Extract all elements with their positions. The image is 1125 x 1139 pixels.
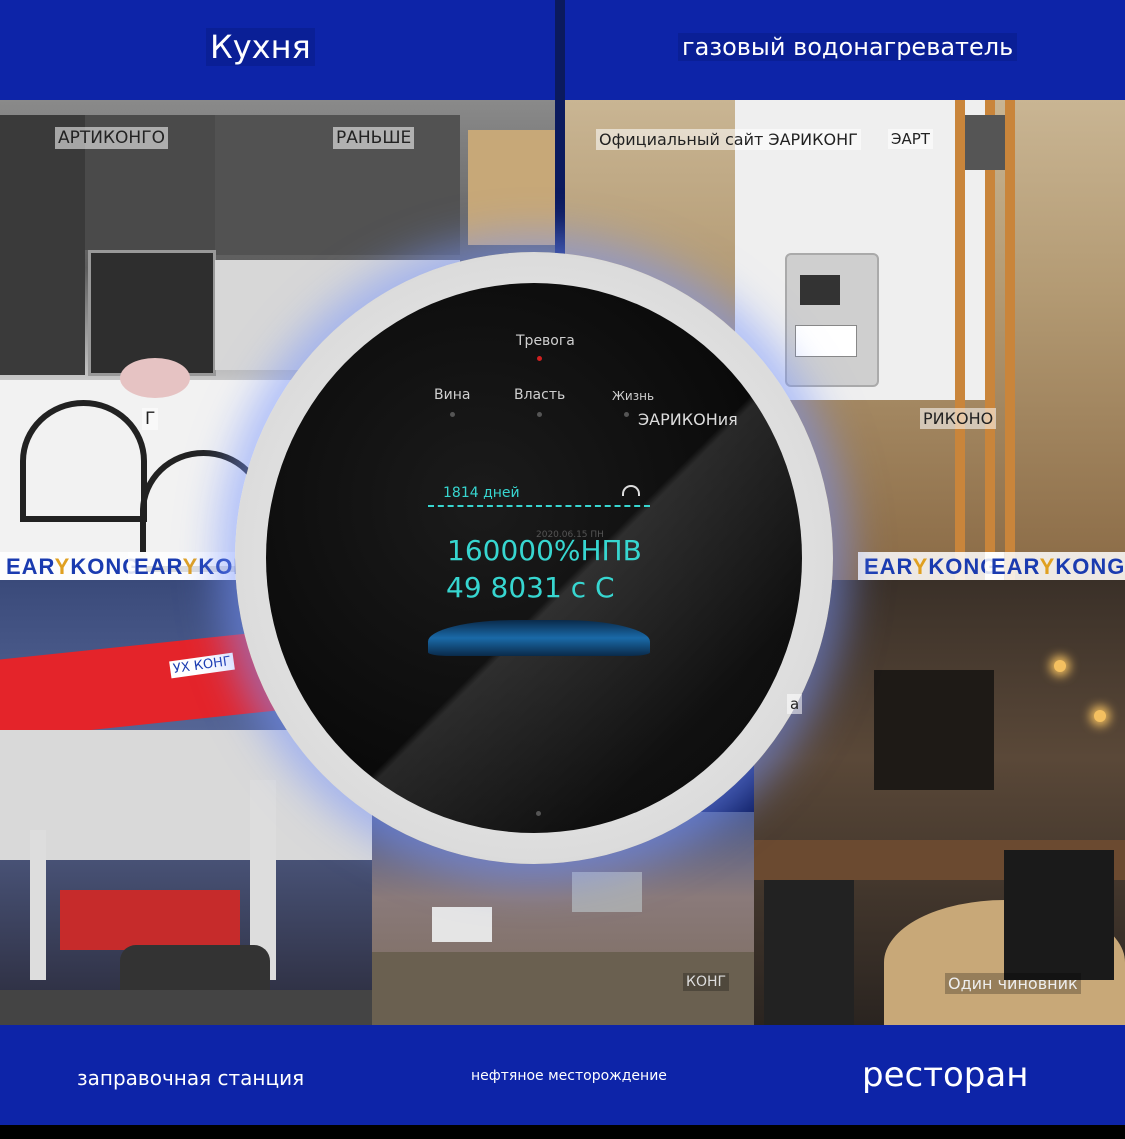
power-indicator-label: Власть: [514, 387, 566, 403]
power-led: [537, 412, 542, 417]
wave-graphic: [428, 620, 650, 656]
watermark-eart: ЭАРТ: [888, 129, 933, 149]
oil-field-label: нефтяное месторождение: [471, 1068, 667, 1084]
screen-divider: [428, 505, 650, 507]
watermark-a: a: [787, 694, 803, 714]
kitchen-label: Кухня: [206, 28, 315, 66]
temperature-readout: 49 8031 с С: [446, 571, 615, 604]
brand-watermark-face: ЭАРИКОНия: [638, 410, 738, 429]
alarm-indicator-label: Тревога: [516, 333, 575, 349]
watermark-official-site: Официальный сайт ЭАРИКОНГ: [596, 129, 861, 150]
watermark-before: РАНЬШЕ: [333, 127, 415, 149]
life-led: [624, 412, 629, 417]
watermark-artikongo: АРТИКОНГО: [55, 127, 168, 149]
watermark-one-official: Один чиновник: [945, 973, 1081, 994]
logo-mark: Y: [182, 554, 199, 579]
water-heater-label: газовый водонагреватель: [678, 33, 1018, 61]
fault-indicator-label: Вина: [434, 387, 471, 403]
brand-logo: EARYKONG: [0, 552, 147, 582]
logo-mark: Y: [54, 554, 71, 579]
gas-detector-face: Тревога Вина Власть Жизнь 1814 дней 2020…: [266, 283, 802, 833]
logo-text: EAR: [6, 554, 55, 579]
sensor-dot: [536, 811, 541, 816]
logo-text: EAR: [134, 554, 183, 579]
gas-station-label: заправочная станция: [77, 1066, 305, 1090]
brand-logo: EARYKONG: [858, 552, 1005, 582]
fault-led: [450, 412, 455, 417]
restaurant-label: ресторан: [862, 1055, 1029, 1095]
days-readout: 1814 дней: [443, 485, 520, 501]
brand-logo: EARYKONG: [985, 552, 1125, 582]
watermark-kong: КОНГ: [683, 973, 730, 991]
logo-mark: Y: [912, 554, 929, 579]
logo-text: EAR: [864, 554, 913, 579]
watermark-rikono: РИКОНО: [920, 408, 997, 429]
alarm-led: [537, 356, 542, 361]
logo-text: EAR: [991, 554, 1040, 579]
watermark-g: Г: [142, 408, 159, 430]
wifi-icon: [622, 485, 640, 496]
logo-mark: Y: [1039, 554, 1056, 579]
bottom-strip: [0, 1125, 1125, 1139]
life-indicator-label: Жизнь: [612, 389, 655, 403]
lel-readout: 160000%НПВ: [447, 534, 642, 567]
logo-text: KONG: [1055, 554, 1125, 579]
